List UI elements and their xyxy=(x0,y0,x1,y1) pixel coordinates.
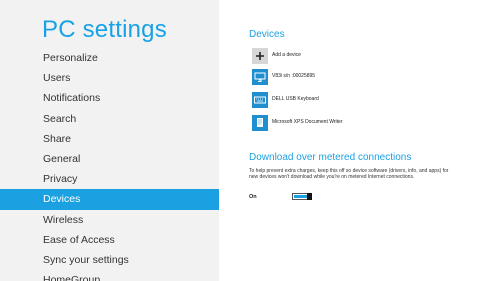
metered-download-toggle[interactable] xyxy=(292,193,312,200)
sidebar-item-wireless[interactable]: Wireless xyxy=(0,210,219,230)
device-label: Microsoft XPS Document Writer xyxy=(272,119,343,125)
toggle-thumb[interactable] xyxy=(307,193,312,200)
sidebar: PC settings Personalize Users Notificati… xyxy=(0,0,219,281)
sidebar-item-personalize[interactable]: Personalize xyxy=(0,48,219,68)
document-writer-icon xyxy=(252,115,268,131)
sidebar-item-users[interactable]: Users xyxy=(0,68,219,88)
sidebar-item-devices[interactable]: Devices xyxy=(0,189,219,210)
plus-icon xyxy=(252,48,268,64)
page-title: PC settings xyxy=(42,16,167,43)
metered-description: To help prevent extra charges, keep this… xyxy=(249,168,449,181)
sidebar-item-notifications[interactable]: Notifications xyxy=(0,88,219,108)
devices-heading: Devices xyxy=(249,29,285,40)
sidebar-item-homegroup[interactable]: HomeGroup xyxy=(0,270,219,281)
sidebar-item-general[interactable]: General xyxy=(0,149,219,169)
sidebar-item-privacy[interactable]: Privacy xyxy=(0,169,219,189)
toggle-state-label: On xyxy=(249,194,257,200)
monitor-icon xyxy=(252,69,268,85)
metered-heading: Download over metered connections xyxy=(249,152,412,163)
main-content: Devices Add a device V83i s/n :00025895 … xyxy=(219,0,500,281)
device-item-monitor[interactable]: V83i s/n :00025895 xyxy=(252,69,472,85)
device-item-keyboard[interactable]: DELL USB Keyboard xyxy=(252,92,472,108)
add-device-button[interactable]: Add a device xyxy=(252,48,472,64)
device-label: V83i s/n :00025895 xyxy=(272,73,316,79)
sidebar-item-share[interactable]: Share xyxy=(0,129,219,149)
sidebar-item-ease-of-access[interactable]: Ease of Access xyxy=(0,230,219,250)
keyboard-icon xyxy=(252,92,268,108)
add-device-label: Add a device xyxy=(272,52,301,58)
device-label: DELL USB Keyboard xyxy=(272,96,319,102)
sidebar-item-sync-your-settings[interactable]: Sync your settings xyxy=(0,250,219,270)
device-item-document-writer[interactable]: Microsoft XPS Document Writer xyxy=(252,115,472,131)
settings-nav: Personalize Users Notifications Search S… xyxy=(0,48,219,281)
sidebar-item-search[interactable]: Search xyxy=(0,109,219,129)
toggle-fill xyxy=(294,195,307,198)
